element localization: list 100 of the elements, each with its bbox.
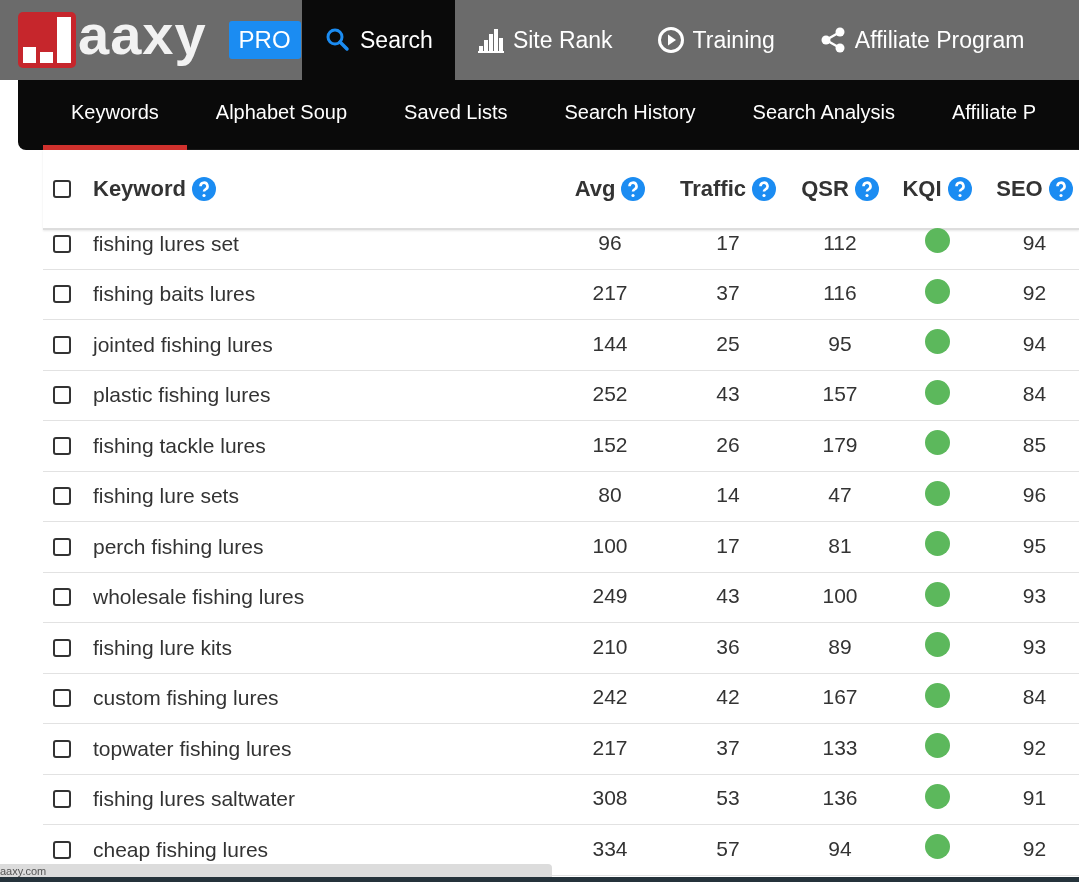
table-cell: 92 bbox=[1022, 836, 1047, 861]
help-icon[interactable] bbox=[191, 177, 216, 201]
kqi-dot bbox=[924, 783, 950, 809]
sub-tab[interactable]: Saved Lists bbox=[376, 80, 536, 150]
kqi-dot bbox=[924, 682, 950, 708]
play-icon bbox=[656, 26, 685, 54]
row-checkbox[interactable] bbox=[53, 638, 71, 657]
kqi-dot bbox=[924, 733, 950, 759]
nav-tab[interactable]: Search bbox=[302, 0, 455, 80]
row-checkbox[interactable] bbox=[53, 588, 71, 607]
table-cell: 96 bbox=[598, 230, 622, 255]
kqi-dot bbox=[924, 581, 950, 607]
kqi-dot bbox=[924, 430, 950, 456]
sub-tab[interactable]: Keywords bbox=[43, 80, 187, 150]
sub-tab[interactable]: Affiliate P bbox=[923, 80, 1064, 150]
table-cell: 84 bbox=[1022, 382, 1047, 407]
table-cell: 95 bbox=[828, 331, 852, 356]
sub-tab[interactable]: Search History bbox=[536, 80, 724, 150]
kqi-dot bbox=[924, 329, 950, 355]
table-cell: 334 bbox=[592, 836, 628, 861]
keyword-cell: custom fishing lures bbox=[93, 686, 279, 711]
table-cell: 179 bbox=[822, 432, 858, 457]
table-cell: 100 bbox=[822, 584, 858, 609]
row-checkbox[interactable] bbox=[53, 285, 71, 304]
nav-tab[interactable]: Site Rank bbox=[454, 0, 635, 80]
select-all-checkbox[interactable] bbox=[53, 180, 71, 198]
column-header: Avg bbox=[574, 176, 616, 202]
keyword-cell: fishing lures set bbox=[93, 231, 239, 256]
table-cell: 42 bbox=[716, 685, 740, 710]
table-cell: 167 bbox=[822, 685, 858, 710]
sub-tab[interactable]: Search Analysis bbox=[724, 80, 923, 150]
row-checkbox[interactable] bbox=[53, 790, 71, 809]
help-icon[interactable] bbox=[947, 177, 972, 201]
table-cell: 43 bbox=[716, 382, 740, 407]
table-cell: 25 bbox=[716, 331, 740, 356]
table-cell: 94 bbox=[1022, 230, 1047, 255]
help-icon[interactable] bbox=[621, 177, 646, 201]
row-checkbox[interactable] bbox=[53, 234, 71, 253]
row-checkbox[interactable] bbox=[53, 537, 71, 556]
logo-icon bbox=[18, 12, 76, 68]
help-icon[interactable] bbox=[854, 177, 879, 201]
table-cell: 92 bbox=[1022, 281, 1047, 306]
column-header: Traffic bbox=[680, 176, 746, 202]
kqi-dot bbox=[924, 480, 950, 506]
row-checkbox[interactable] bbox=[53, 386, 71, 405]
table-cell: 36 bbox=[716, 634, 740, 659]
table-cell: 308 bbox=[592, 786, 628, 811]
row-checkbox[interactable] bbox=[53, 436, 71, 455]
table-cell: 249 bbox=[592, 584, 628, 609]
keyword-cell: fishing tackle lures bbox=[93, 433, 266, 458]
help-icon[interactable] bbox=[1048, 177, 1073, 201]
row-checkbox[interactable] bbox=[53, 487, 71, 506]
table-cell: 14 bbox=[716, 483, 740, 508]
table-cell: 89 bbox=[828, 634, 852, 659]
table-cell: 217 bbox=[592, 281, 628, 306]
column-header: QSR bbox=[801, 176, 849, 202]
table-cell: 94 bbox=[828, 836, 852, 861]
table-cell: 112 bbox=[823, 230, 857, 255]
table-cell: 92 bbox=[1022, 735, 1047, 760]
nav-tab[interactable]: Affiliate Program bbox=[796, 0, 1047, 80]
table-cell: 26 bbox=[716, 432, 740, 457]
table-cell: 93 bbox=[1022, 584, 1047, 609]
table-cell: 80 bbox=[598, 483, 622, 508]
keyword-cell: fishing lure sets bbox=[93, 484, 239, 509]
table-cell: 136 bbox=[822, 786, 858, 811]
keyword-cell: plastic fishing lures bbox=[93, 383, 271, 408]
table-cell: 144 bbox=[592, 331, 628, 356]
table-cell: 47 bbox=[828, 483, 852, 508]
row-checkbox[interactable] bbox=[53, 689, 71, 708]
table-cell: 95 bbox=[1022, 533, 1047, 558]
table-cell: 85 bbox=[1022, 432, 1047, 457]
help-icon[interactable] bbox=[752, 177, 776, 201]
pro-badge: PRO bbox=[228, 21, 301, 59]
row-checkbox[interactable] bbox=[53, 840, 71, 859]
nav-tab[interactable]: Training bbox=[634, 0, 797, 80]
keyword-cell: perch fishing lures bbox=[93, 534, 264, 559]
kqi-dot bbox=[924, 379, 950, 405]
keyword-cell: topwater fishing lures bbox=[93, 736, 292, 761]
kqi-dot bbox=[924, 834, 950, 860]
table-cell: 116 bbox=[823, 281, 857, 306]
row-checkbox[interactable] bbox=[53, 335, 71, 354]
table-cell: 210 bbox=[592, 634, 628, 659]
keyword-cell: fishing baits lures bbox=[93, 282, 256, 307]
column-header: Keyword bbox=[93, 176, 186, 202]
table-cell: 37 bbox=[716, 735, 740, 760]
row-checkbox[interactable] bbox=[53, 739, 71, 758]
bar-chart-icon bbox=[476, 26, 505, 54]
kqi-dot bbox=[924, 228, 950, 254]
table-cell: 152 bbox=[592, 432, 628, 457]
table-cell: 252 bbox=[592, 382, 628, 407]
keyword-cell: fishing lures saltwater bbox=[93, 787, 295, 812]
table-cell: 17 bbox=[716, 533, 740, 558]
table-cell: 57 bbox=[716, 836, 740, 861]
column-header: SEO bbox=[996, 176, 1043, 202]
kqi-dot bbox=[924, 531, 950, 557]
table-cell: 100 bbox=[592, 533, 628, 558]
table-cell: 96 bbox=[1022, 483, 1047, 508]
table-cell: 217 bbox=[592, 735, 628, 760]
keyword-cell: cheap fishing lures bbox=[93, 837, 269, 862]
sub-tab[interactable]: Alphabet Soup bbox=[187, 80, 376, 150]
